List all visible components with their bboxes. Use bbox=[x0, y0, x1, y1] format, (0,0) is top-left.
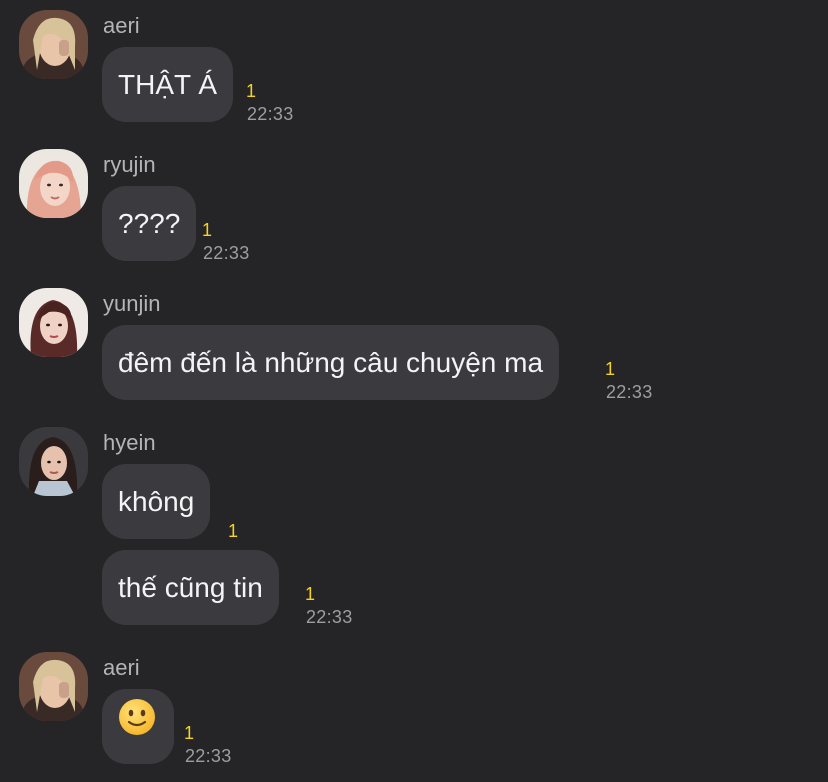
unread-count: 1 bbox=[184, 723, 195, 743]
sender-name: aeri bbox=[103, 13, 140, 38]
unread-count: 1 bbox=[228, 521, 239, 541]
unread-count: 1 bbox=[202, 220, 213, 240]
unread-count: 1 bbox=[305, 584, 316, 604]
message-bubble[interactable]: thế cũng tin bbox=[102, 550, 279, 625]
timestamp: 22:33 bbox=[306, 607, 353, 627]
avatar-aeri[interactable] bbox=[19, 652, 88, 721]
avatar-hyein[interactable] bbox=[19, 427, 88, 496]
unread-count: 1 bbox=[246, 81, 257, 101]
sender-name: yunjin bbox=[103, 291, 161, 316]
sender-name: hyein bbox=[103, 430, 156, 455]
message-bubble[interactable]: ???? bbox=[102, 186, 197, 261]
chat-thread: aeri THẬT Á 1 22:33 ryujin ???? 1 22:33 … bbox=[0, 0, 828, 782]
timestamp: 22:33 bbox=[606, 382, 653, 402]
message-bubble-emoji[interactable] bbox=[102, 689, 174, 764]
timestamp: 22:33 bbox=[185, 746, 232, 766]
avatar-ryujin[interactable] bbox=[19, 149, 88, 218]
slightly-smiling-face-icon bbox=[118, 689, 156, 764]
message-bubble[interactable]: THẬT Á bbox=[102, 47, 234, 122]
sender-name: ryujin bbox=[103, 152, 156, 177]
timestamp: 22:33 bbox=[247, 104, 294, 124]
unread-count: 1 bbox=[605, 359, 616, 379]
sender-name: aeri bbox=[103, 655, 140, 680]
timestamp: 22:33 bbox=[203, 243, 250, 263]
avatar-yunjin[interactable] bbox=[19, 288, 88, 357]
message-bubble[interactable]: không bbox=[102, 464, 211, 539]
message-bubble[interactable]: đêm đến là những câu chuyện ma bbox=[102, 325, 560, 400]
avatar-aeri[interactable] bbox=[19, 10, 88, 79]
